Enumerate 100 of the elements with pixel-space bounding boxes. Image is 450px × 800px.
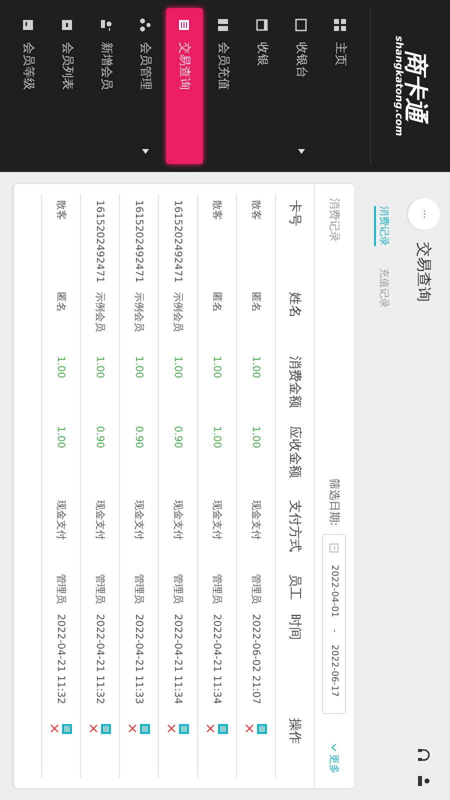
delete-icon[interactable] (89, 724, 98, 733)
table-cell-text: 管理员 (210, 574, 223, 606)
table-cell-text: 2022-04-21 11:32 (94, 614, 106, 706)
sidebar-item-label: 会员充值 (216, 42, 232, 92)
table-cell-text: 1.00 (56, 356, 66, 380)
sidebar-item[interactable]: 会员等级 (10, 8, 47, 164)
table-cell-text: 管理员 (132, 574, 145, 606)
table-cell-text: 现金支付 (210, 500, 224, 542)
details-icon[interactable] (179, 724, 189, 734)
delete-icon[interactable] (167, 724, 176, 733)
badge-icon (22, 18, 36, 32)
page-title: 交易查询 (414, 242, 434, 304)
delete-icon[interactable] (50, 724, 59, 733)
details-icon[interactable] (218, 724, 228, 734)
calendar-icon (330, 543, 340, 553)
table-cell-text: 匿名 (54, 292, 67, 314)
table-cell-text: 1.00 (212, 356, 222, 380)
card-title: 消费记录 (327, 198, 342, 244)
more-button[interactable]: ··· (408, 198, 440, 230)
column-header: 姓名 (286, 292, 303, 320)
table-cell-text: 现金支付 (132, 500, 146, 542)
table-cell-text: 0.90 (172, 426, 184, 450)
column-header: 员工 (286, 574, 303, 602)
logo-domain: shangkatong.com (393, 36, 404, 136)
chevron-icon (332, 744, 336, 751)
end-date: 2022-06-17 (330, 644, 340, 697)
table-cell-text: 散客 (54, 200, 68, 222)
sidebar-item-label: 收银 (255, 42, 271, 68)
table-cell-text: 2022-04-21 11:34 (212, 614, 222, 706)
table-cell-text: 2022-06-02 21:07 (250, 614, 262, 706)
table-cell-text: 匿名 (210, 292, 223, 314)
sidebar-item-label: 收银台 (294, 42, 310, 80)
sidebar-item[interactable]: 会员充值 (205, 8, 242, 164)
monitor-icon (294, 18, 308, 32)
table-cell-text: 2022-04-21 11:34 (172, 614, 184, 706)
user-icon[interactable] (417, 774, 431, 788)
columns-icon (216, 18, 230, 32)
table-cell-text: 0.90 (94, 426, 106, 450)
table-cell-text: 散客 (249, 200, 262, 222)
start-date: 2022-04-01 (330, 565, 340, 618)
card-icon (60, 18, 74, 32)
sidebar-item-label: 交易查询 (177, 42, 193, 92)
table-cell-text: 现金支付 (93, 500, 106, 542)
details-icon[interactable] (257, 724, 267, 734)
sidebar-item-label: 会员等级 (21, 42, 37, 92)
panel-icon (256, 18, 270, 32)
table-cell-text: 管理员 (93, 574, 106, 606)
table-cell-text: 1615202492471 (94, 200, 106, 285)
sidebar-item[interactable]: 收银台 (283, 8, 320, 164)
table-cell-text: 1.00 (134, 356, 144, 380)
details-icon[interactable] (62, 724, 72, 734)
table-cell-text: 1.00 (94, 356, 106, 380)
column-header: 支付方式 (286, 500, 303, 554)
logo-name: 商卡通 (404, 50, 428, 122)
table-cell-text: 匿名 (249, 292, 262, 314)
filter-label: 筛选日期: (327, 478, 342, 526)
sidebar-item-label: 会员管理 (138, 42, 154, 92)
table-cell-text: 1.00 (250, 356, 262, 380)
delete-icon[interactable] (206, 724, 215, 733)
sidebar-item[interactable]: 会员管理 (127, 8, 164, 164)
sidebar-item[interactable]: 会员列表 (49, 8, 86, 164)
details-icon[interactable] (140, 724, 150, 734)
headphone-icon[interactable] (417, 748, 431, 762)
table-cell-text: 现金支付 (171, 500, 184, 542)
table-cell-text: 0.90 (134, 426, 144, 450)
table-cell-text: 散客 (210, 200, 224, 222)
user-plus-icon (100, 18, 114, 32)
table-cell-text: 现金支付 (249, 500, 262, 542)
column-header: 卡号 (286, 200, 303, 228)
table-cell-text: 示例会员 (93, 292, 106, 334)
sidebar-item-label: 新增会员 (99, 42, 115, 92)
table-cell-text: 管理员 (171, 574, 184, 606)
table-cell-text: 1.00 (250, 426, 262, 450)
column-header: 操作 (286, 718, 303, 746)
table-cell-text: 示例会员 (171, 292, 184, 334)
range-separator: - (330, 629, 340, 633)
table-cell-text: 1615202492471 (172, 200, 184, 285)
table-cell-text: 1.00 (212, 426, 222, 450)
table-cell-text: 1.00 (56, 426, 66, 450)
date-range-field[interactable]: 2022-04-01 - 2022-06-17 (322, 534, 346, 714)
delete-icon[interactable] (128, 724, 137, 733)
delete-icon[interactable] (245, 724, 254, 733)
sidebar-item[interactable]: 主页 (322, 8, 359, 164)
table-cell-text: 管理员 (249, 574, 262, 606)
sidebar-item-label: 主页 (333, 42, 349, 68)
list-icon (178, 18, 192, 32)
table-cell-text: 1.00 (172, 356, 184, 380)
sidebar-item[interactable]: 新增会员 (88, 8, 125, 164)
sidebar-item[interactable]: 收银 (244, 8, 281, 164)
table-cell-text: 示例会员 (132, 292, 145, 334)
table-cell-text: 2022-04-21 11:33 (134, 614, 144, 706)
sidebar-item-label: 会员列表 (60, 42, 76, 92)
column-header: 应收金额 (286, 426, 303, 480)
users-icon (138, 18, 152, 32)
table-cell-text: 1615202492471 (134, 200, 144, 285)
table-cell-text: 2022-04-21 11:32 (56, 614, 66, 706)
table-cell-text: 现金支付 (54, 500, 68, 542)
table-cell-text: 管理员 (54, 574, 67, 606)
details-icon[interactable] (101, 724, 111, 734)
column-header: 时间 (286, 614, 303, 642)
